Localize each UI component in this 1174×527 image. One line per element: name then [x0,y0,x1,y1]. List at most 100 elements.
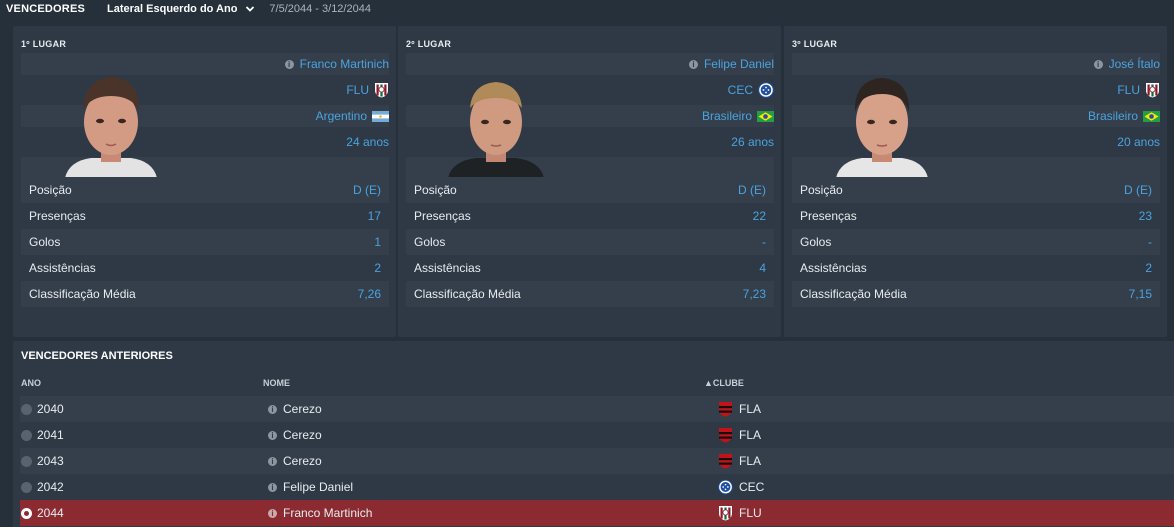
row-name[interactable]: Cerezo [283,402,322,416]
player-photo [836,78,928,178]
player-photo [65,77,157,178]
row-name[interactable]: Felipe Daniel [283,480,353,494]
info-icon[interactable]: i [268,482,277,492]
info-icon[interactable]: i [268,404,277,414]
date-range: 7/5/2044 - 3/12/2044 [269,3,371,15]
table-row-selected[interactable]: 2044 i Franco Martinich FLU [20,500,1174,526]
row-year: 2042 [37,480,64,494]
table-row[interactable]: 2040 i Cerezo FLA [20,396,1174,422]
row-name[interactable]: Franco Martinich [283,506,372,520]
club-name[interactable]: FLU [346,83,369,97]
stat-value: 22 [752,209,766,223]
stat-value: D (E) [1124,183,1152,197]
nationality[interactable]: Brasileiro [1088,109,1138,123]
row-year: 2040 [37,402,64,416]
fla-crest-icon [719,402,732,417]
table-row[interactable]: 2042 i Felipe Daniel CEC [20,474,1174,500]
stat-value: 23 [1138,209,1152,223]
winner-card-1: 1º LUGAR i Franco Martinich FLU Argentin… [13,26,396,337]
rank-label: 2º LUGAR [406,39,452,49]
stat-label: Golos [800,235,832,249]
cec-crest-icon [718,479,733,495]
info-icon[interactable]: i [268,508,277,518]
player-age: 24 anos [346,135,389,149]
stat-row: Classificação Média 7,15 [792,281,1160,307]
player-name[interactable]: José Ítalo [1109,57,1160,71]
row-club[interactable]: FLA [739,454,761,468]
stat-row: Presenças 22 [406,203,774,229]
flu-crest-icon [719,506,732,521]
fla-crest-icon [719,428,732,443]
stat-value: - [1148,235,1152,249]
stat-value: D (E) [353,183,381,197]
brazil-flag-icon [757,110,774,122]
row-club[interactable]: FLA [739,428,761,442]
stat-row: Classificação Média 7,26 [21,281,389,307]
stat-row: Posição D (E) [792,177,1160,203]
stat-value: - [762,235,766,249]
info-icon[interactable]: i [688,59,698,69]
stat-label: Posição [800,183,843,197]
stat-row: Posição D (E) [21,177,389,203]
player-age: 20 anos [1117,135,1160,149]
stat-value: 1 [374,235,381,249]
stat-value: 2 [1145,261,1152,275]
stat-label: Assistências [414,261,481,275]
radio-button[interactable] [21,403,32,415]
stat-label: Classificação Média [29,287,136,301]
stat-label: Classificação Média [414,287,521,301]
row-name[interactable]: Cerezo [283,428,322,442]
stat-value: 4 [759,261,766,275]
stat-label: Posição [414,183,457,197]
stat-label: Golos [29,235,61,249]
nationality[interactable]: Brasileiro [702,109,752,123]
stat-label: Golos [414,235,446,249]
stat-label: Assistências [800,261,867,275]
nationality[interactable]: Argentino [316,109,367,123]
rank-label: 3º LUGAR [792,39,838,49]
stat-label: Posição [29,183,72,197]
row-club[interactable]: FLU [739,506,762,520]
info-icon[interactable]: i [1093,59,1103,69]
winner-card-3: 3º LUGAR i José Ítalo FLU Brasileiro 20 … [784,26,1167,337]
rank-label: 1º LUGAR [21,39,67,49]
cec-crest-icon [758,82,774,98]
radio-button-selected[interactable] [21,507,32,519]
info-icon[interactable]: i [284,59,294,69]
column-header-name[interactable]: NOME [263,378,290,388]
stat-value: 17 [367,209,381,223]
flu-crest-icon [1146,83,1159,98]
player-name[interactable]: Franco Martinich [300,57,389,71]
award-dropdown[interactable]: Lateral Esquerdo do Ano [107,3,255,15]
info-icon[interactable]: i [268,456,277,466]
row-club[interactable]: CEC [739,480,764,494]
radio-button[interactable] [21,481,32,493]
row-year: 2044 [37,506,64,520]
chevron-down-icon [246,6,255,12]
row-name[interactable]: Cerezo [283,454,322,468]
previous-winners-panel: VENCEDORES ANTERIORES ANO NOME ▲CLUBE 20… [13,341,1174,527]
stat-value: D (E) [738,183,766,197]
player-name[interactable]: Felipe Daniel [704,57,774,71]
stat-row: Golos - [792,229,1160,255]
section-title: VENCEDORES ANTERIORES [21,350,173,362]
club-name[interactable]: FLU [1117,83,1140,97]
stat-row: Presenças 23 [792,203,1160,229]
stat-label: Presenças [800,209,857,223]
row-year: 2041 [37,428,64,442]
row-year: 2043 [37,454,64,468]
row-club[interactable]: FLA [739,402,761,416]
stat-row: Assistências 2 [21,255,389,281]
stat-row: Golos 1 [21,229,389,255]
table-row[interactable]: 2043 i Cerezo FLA [20,448,1174,474]
radio-button[interactable] [21,429,32,441]
page-title: VENCEDORES [6,3,86,15]
column-header-year[interactable]: ANO [21,378,41,388]
info-icon[interactable]: i [268,430,277,440]
column-header-club[interactable]: ▲CLUBE [704,378,744,388]
club-name[interactable]: CEC [728,83,753,97]
stat-row: Posição D (E) [406,177,774,203]
radio-button[interactable] [21,455,32,467]
stat-value: 7,23 [742,287,766,301]
table-row[interactable]: 2041 i Cerezo FLA [20,422,1174,448]
